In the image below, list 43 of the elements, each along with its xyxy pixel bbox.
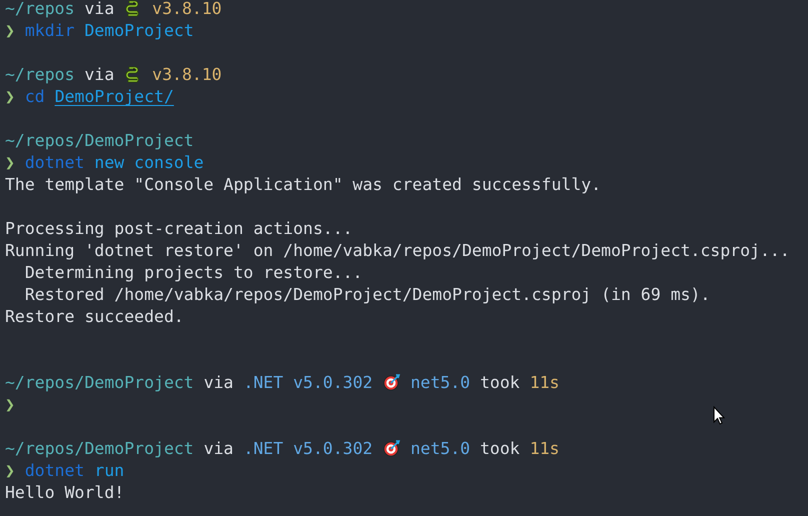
prompt-path: ~/repos/DemoProject — [5, 131, 194, 150]
command-name: dotnet — [24, 461, 84, 480]
prompt-text: took — [480, 439, 520, 458]
target-icon — [382, 439, 401, 457]
prompt-path: ~/repos/DemoProject — [5, 373, 194, 392]
version-label: 11s — [530, 439, 560, 458]
prompt-path: ~/repos — [5, 0, 75, 18]
output-line: Processing post-creation actions... — [5, 219, 353, 238]
runtime-label: .NET v5.0.302 — [243, 373, 373, 392]
output-line: Restore succeeded. — [5, 307, 184, 326]
version-label: 11s — [530, 373, 560, 392]
prompt-text: via — [204, 373, 234, 392]
command-name: dotnet — [24, 153, 84, 172]
prompt-symbol: ❯ — [5, 21, 15, 40]
prompt-symbol: ❯ — [5, 395, 15, 414]
prompt-text: via — [84, 65, 114, 84]
command-argument: console — [134, 153, 204, 172]
prompt-symbol: ❯ — [5, 87, 15, 106]
prompt-text: via — [204, 439, 234, 458]
target-icon — [382, 373, 401, 391]
prompt-text: took — [480, 373, 520, 392]
runtime-label: net5.0 — [410, 439, 470, 458]
output-line: Running 'dotnet restore' on /home/vabka/repos/DemoProject/DemoProject.csproj... — [5, 241, 790, 260]
runtime-label: .NET v5.0.302 — [243, 439, 373, 458]
mouse-pointer-icon — [713, 406, 725, 425]
prompt-path: ~/repos/DemoProject — [5, 439, 194, 458]
path-link[interactable]: DemoProject/ — [54, 87, 174, 106]
version-label: v3.8.10 — [152, 0, 222, 18]
command-argument: run — [94, 461, 124, 480]
output-line: The template "Console Application" was created successfully. — [5, 175, 602, 194]
prompt-symbol: ❯ — [5, 461, 15, 480]
runtime-label: net5.0 — [410, 373, 470, 392]
command-argument: DemoProject — [84, 21, 194, 40]
command-name: mkdir — [24, 21, 75, 40]
command-argument: new — [94, 153, 124, 172]
output-line: Determining projects to restore... — [24, 263, 363, 282]
output-line: Hello World! — [5, 483, 124, 502]
command-name: cd — [24, 87, 45, 106]
prompt-symbol: ❯ — [5, 153, 15, 172]
output-line: Restored /home/vabka/repos/DemoProject/DemoProject.csproj (in 69 ms). — [24, 285, 710, 304]
prompt-text: via — [84, 0, 114, 18]
version-label: v3.8.10 — [152, 65, 222, 84]
prompt-path: ~/repos — [5, 65, 75, 84]
